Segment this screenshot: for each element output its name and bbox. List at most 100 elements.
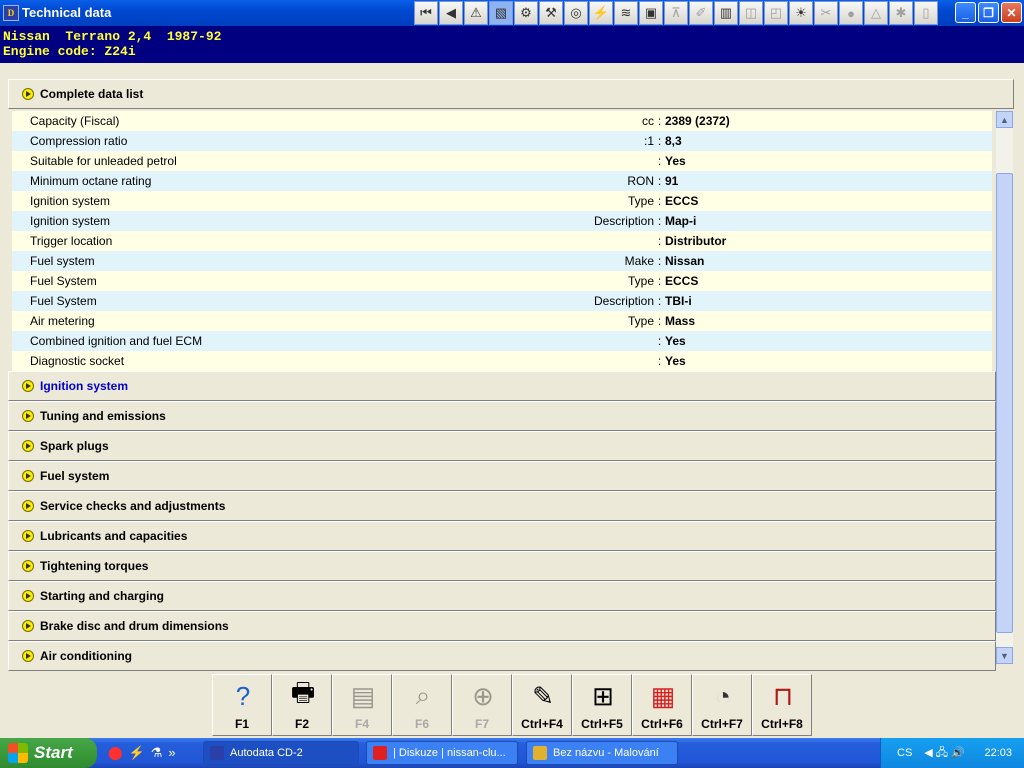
diagnostics-icon[interactable]: ⚡ — [589, 1, 613, 25]
lift-icon[interactable]: ⊼ — [664, 1, 688, 25]
row-label: Fuel system — [30, 254, 95, 268]
start-button[interactable]: Start — [0, 738, 97, 768]
section-service-checks-and-adjustments[interactable]: Service checks and adjustments — [8, 491, 996, 521]
section-air-conditioning[interactable]: Air conditioning — [8, 641, 996, 671]
language-indicator[interactable]: CS — [897, 747, 912, 759]
vehicle-icon[interactable]: ◰ — [764, 1, 788, 25]
technical-data-icon[interactable]: ▧ — [489, 1, 513, 25]
service-light-icon[interactable]: ☀ — [789, 1, 813, 25]
data-row: Compression ratio:1:8,3 — [12, 131, 992, 151]
data-row: Fuel system Make: Nissan — [12, 251, 992, 271]
autodata-app-icon[interactable]: D — [3, 5, 19, 21]
warning-icon[interactable]: ⚠ — [464, 1, 488, 25]
section-complete-data-list[interactable]: Complete data list — [8, 79, 1014, 109]
row-colon: : — [657, 114, 662, 128]
airbag-icon[interactable]: ● — [839, 1, 863, 25]
tool-icon[interactable]: ⚗ — [151, 745, 163, 761]
row-label: Fuel System — [30, 274, 97, 288]
minimize-button[interactable]: _ — [955, 2, 976, 23]
timing-icon[interactable]: ⚙ — [514, 1, 538, 25]
arrow-icon — [22, 620, 34, 632]
scroll-down-button[interactable]: ▼ — [996, 647, 1013, 664]
close-button[interactable]: ✕ — [1001, 2, 1022, 23]
row-colon: : — [657, 354, 662, 368]
cooling-icon[interactable]: ✱ — [889, 1, 913, 25]
fkey-f7-button[interactable]: ⊕ F7 — [452, 674, 512, 736]
arrow-icon — [22, 530, 34, 542]
data-row: Combined ignition and fuel ECM: Yes — [12, 331, 992, 351]
taskbar-task[interactable]: Bez názvu - Malování — [526, 741, 678, 765]
section-lubricants-and-capacities[interactable]: Lubricants and capacities — [8, 521, 996, 551]
row-unit: Description — [593, 294, 654, 308]
alert-icon[interactable]: △ — [864, 1, 888, 25]
row-label: Suitable for unleaded petrol — [30, 154, 177, 168]
row-unit: Make — [624, 254, 654, 268]
section-spark-plugs[interactable]: Spark plugs — [8, 431, 996, 461]
content-area: Complete data list Capacity (Fiscal) cc:2… — [0, 63, 1024, 672]
taskbar-task[interactable]: | Diskuze | nissan-clu... — [366, 741, 518, 765]
quick-launch: ⬤ ⚡ ⚗ » — [108, 745, 176, 761]
fkey-f6-button[interactable]: ⌕ F6 — [392, 674, 452, 736]
fkey-ctrl-f8-button[interactable]: ⊓ Ctrl+F8 — [752, 674, 812, 736]
fkey-label: F6 — [414, 717, 429, 731]
fkey-f1-button[interactable]: ? F1 — [212, 674, 272, 736]
tools-icon[interactable]: ✂ — [814, 1, 838, 25]
document-icon[interactable]: ▯ — [914, 1, 938, 25]
section-label: Ignition system — [40, 379, 129, 393]
row-colon: : — [657, 174, 662, 188]
fuse-icon[interactable]: ▥ — [714, 1, 738, 25]
clock: 22:03 — [984, 747, 1012, 759]
media-icon[interactable]: ⚡ — [129, 745, 145, 761]
row-colon: : — [657, 214, 662, 228]
back-icon[interactable]: ◀ — [439, 1, 463, 25]
fkey-ctrl-f7-button[interactable]: ◔ Ctrl+F7 — [692, 674, 752, 736]
opera-icon[interactable]: ⬤ — [108, 745, 123, 761]
row-value: ECCS — [665, 274, 699, 288]
vertical-scrollbar[interactable]: ▲ ▼ — [996, 111, 1013, 664]
wheel-icon[interactable]: ◎ — [564, 1, 588, 25]
engine-code: Engine code: Z24i — [3, 44, 136, 59]
engine-icon[interactable]: ▣ — [639, 1, 663, 25]
section-label: Starting and charging — [40, 589, 165, 603]
section-brake-disc-and-drum-dimensions[interactable]: Brake disc and drum dimensions — [8, 611, 996, 641]
taskbar: Start ⬤ ⚡ ⚗ » Autodata CD-2 | Diskuze | n… — [0, 738, 1024, 768]
start-label: Start — [34, 743, 73, 762]
tray-icons[interactable]: ◀ 🖧 🔊 — [924, 744, 965, 763]
brush-icon[interactable]: ✐ — [689, 1, 713, 25]
section-tightening-torques[interactable]: Tightening torques — [8, 551, 996, 581]
row-label: Compression ratio — [30, 134, 128, 148]
spanner-icon[interactable]: ⚒ — [539, 1, 563, 25]
scroll-up-button[interactable]: ▲ — [996, 111, 1013, 128]
section-ignition-system[interactable]: Ignition system — [8, 371, 996, 401]
row-value: Yes — [665, 354, 686, 368]
fkey-ctrl-f6-button[interactable]: ▦ Ctrl+F6 — [632, 674, 692, 736]
wiring-icon[interactable]: ≋ — [614, 1, 638, 25]
gauges-icon: ◔ — [715, 680, 731, 711]
scroll-thumb[interactable] — [996, 173, 1013, 633]
row-colon: : — [657, 314, 662, 328]
section-starting-and-charging[interactable]: Starting and charging — [8, 581, 996, 611]
restore-button[interactable]: ❐ — [978, 2, 999, 23]
taskbar-task[interactable]: Autodata CD-2 — [203, 741, 359, 765]
fkey-label: Ctrl+F6 — [641, 717, 683, 731]
chevron-icon[interactable]: » — [168, 745, 175, 761]
section-tuning-and-emissions[interactable]: Tuning and emissions — [8, 401, 996, 431]
row-label: Diagnostic socket — [30, 354, 125, 368]
fkey-f4-button[interactable]: ▤ F4 — [332, 674, 392, 736]
fkey-ctrl-f4-button[interactable]: ✎ Ctrl+F4 — [512, 674, 572, 736]
row-label: Ignition system — [30, 194, 111, 208]
section-fuel-system[interactable]: Fuel system — [8, 461, 996, 491]
vehicle-header: Nissan Terrano 2,4 1987-92 Engine code: … — [0, 26, 1024, 63]
section-label: Brake disc and drum dimensions — [40, 619, 229, 633]
fkey-ctrl-f5-button[interactable]: ⊞ Ctrl+F5 — [572, 674, 632, 736]
row-unit: RON — [627, 174, 654, 188]
row-label: Minimum octane rating — [30, 174, 152, 188]
first-record-icon[interactable]: ⏮ — [414, 1, 438, 25]
function-key-bar: ? F1 🖶 F2 ▤ F4 ⌕ F6 ⊕ F7 ✎ Ctrl+F4 ⊞ Ctrl+F5 ▦ Ctrl+F6 ◔… — [0, 672, 1024, 738]
data-row: Ignition system Description: Map-i — [12, 211, 992, 231]
row-value: ECCS — [665, 194, 699, 208]
window-controls: _ ❐ ✕ — [955, 2, 1022, 23]
seat-icon[interactable]: ◫ — [739, 1, 763, 25]
row-value: Mass — [665, 314, 696, 328]
fkey-f2-button[interactable]: 🖶 F2 — [272, 674, 332, 736]
